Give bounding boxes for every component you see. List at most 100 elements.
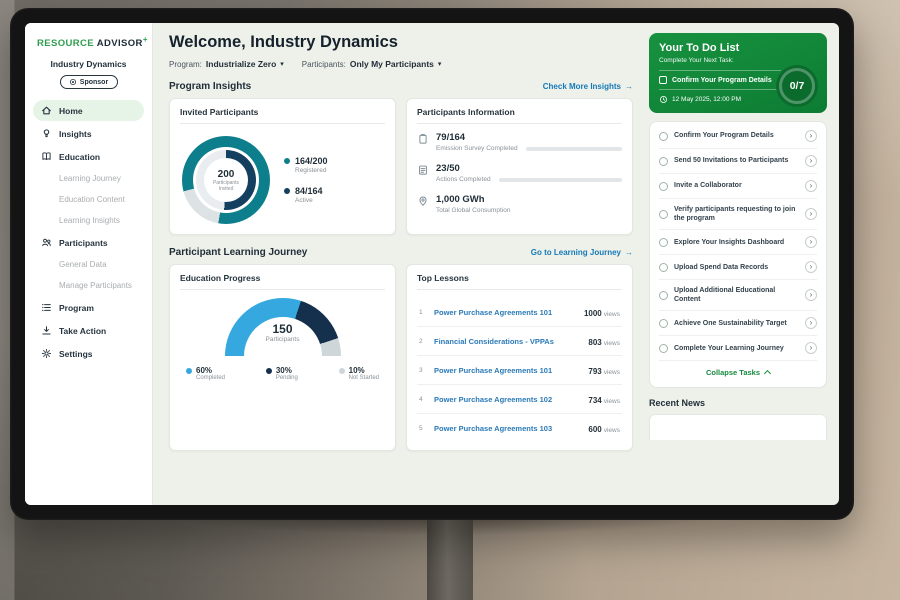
invited-donut-chart: 200 Participants Invited: [182, 136, 270, 224]
chevron-right-icon[interactable]: ›: [805, 155, 817, 167]
sidebar-item-program[interactable]: Program: [33, 297, 144, 318]
sidebar-item-label: General Data: [59, 260, 107, 269]
sidebar-item-general-data[interactable]: General Data: [33, 255, 144, 274]
task-checkbox[interactable]: [659, 157, 668, 166]
participants-filter-dropdown[interactable]: Participants: Only My Participants ▾: [302, 59, 442, 69]
location-pin-icon: [417, 195, 429, 207]
education-progress-card: Education Progress 150 Participants: [169, 264, 396, 451]
program-filter-dropdown[interactable]: Program: Industrialize Zero ▾: [169, 59, 284, 69]
sidebar-item-learning-insights[interactable]: Learning Insights: [33, 211, 144, 230]
sidebar-item-insights[interactable]: Insights: [33, 123, 144, 144]
sidebar-item-label: Program: [59, 303, 94, 313]
task-row-achieve-target[interactable]: Achieve One Sustainability Target ›: [659, 311, 817, 336]
task-checkbox[interactable]: [659, 319, 668, 328]
sidebar-item-manage-participants[interactable]: Manage Participants: [33, 276, 144, 295]
chevron-right-icon[interactable]: ›: [805, 342, 817, 354]
info-label: Total Global Consumption: [436, 207, 510, 214]
lesson-row[interactable]: 4 Power Purchase Agreements 102 734views: [417, 385, 622, 414]
legend-value: 30%: [276, 366, 292, 375]
chevron-right-icon[interactable]: ›: [805, 289, 817, 301]
chevron-up-icon: [764, 370, 771, 377]
info-value: 1,000 GWh: [436, 194, 622, 205]
legend-item-active: 84/164 Active: [284, 186, 328, 204]
program-filter-value: Industrialize Zero: [206, 59, 276, 69]
lesson-rank: 5: [419, 425, 427, 432]
task-checkbox[interactable]: [659, 132, 668, 141]
lesson-link[interactable]: Power Purchase Agreements 101: [434, 308, 577, 317]
task-row-invite-collaborator[interactable]: Invite a Collaborator ›: [659, 174, 817, 199]
invited-participants-card: Invited Participants 200 Participants In…: [169, 98, 396, 235]
list-icon: [41, 302, 52, 313]
sidebar-item-home[interactable]: Home: [33, 100, 144, 121]
legend-dot: [339, 368, 345, 374]
legend-dot: [284, 188, 290, 194]
lightbulb-icon: [41, 128, 52, 139]
check-more-insights-link[interactable]: Check More Insights →: [543, 82, 633, 91]
todo-panel: Your To Do List Complete Your Next Task:…: [643, 23, 839, 505]
sidebar-item-settings[interactable]: Settings: [33, 343, 144, 364]
lesson-row[interactable]: 2 Financial Considerations - VPPAs 803vi…: [417, 327, 622, 356]
go-to-learning-journey-link[interactable]: Go to Learning Journey →: [531, 248, 633, 257]
progress-bar: [526, 147, 622, 151]
chevron-right-icon[interactable]: ›: [805, 317, 817, 329]
task-checkbox[interactable]: [659, 182, 668, 191]
task-row-explore-insights[interactable]: Explore Your Insights Dashboard ›: [659, 230, 817, 255]
lesson-link[interactable]: Power Purchase Agreements 103: [434, 424, 581, 433]
sidebar-item-learning-journey[interactable]: Learning Journey: [33, 169, 144, 188]
chevron-right-icon[interactable]: ›: [805, 236, 817, 248]
collapse-tasks-button[interactable]: Collapse Tasks: [659, 361, 817, 385]
lesson-row[interactable]: 1 Power Purchase Agreements 101 1000view…: [417, 298, 622, 327]
legend-value: 84/164: [295, 186, 323, 196]
task-checkbox[interactable]: [659, 291, 668, 300]
todo-next-task-row[interactable]: Confirm Your Program Details: [659, 70, 781, 84]
sidebar-item-label: Home: [59, 106, 83, 116]
task-row-complete-learning-journey[interactable]: Complete Your Learning Journey ›: [659, 336, 817, 361]
chevron-down-icon: ▾: [438, 60, 442, 68]
task-row-upload-educational-content[interactable]: Upload Additional Educational Content ›: [659, 280, 817, 311]
sidebar-item-education[interactable]: Education: [33, 146, 144, 167]
education-legend: 60% Completed 30% Pending 10%: [180, 366, 385, 381]
lesson-views-unit: views: [604, 311, 620, 318]
task-checkbox[interactable]: [659, 263, 668, 272]
task-row-verify-participants[interactable]: Verify participants requesting to join t…: [659, 199, 817, 230]
info-row-actions: 23/50 Actions Completed: [417, 163, 622, 183]
top-lessons-card: Top Lessons 1 Power Purchase Agreements …: [406, 264, 633, 451]
recent-news-card: [649, 414, 827, 440]
lesson-link[interactable]: Power Purchase Agreements 101: [434, 366, 581, 375]
lesson-views-unit: views: [604, 427, 620, 434]
task-row-upload-spend-data[interactable]: Upload Spend Data Records ›: [659, 255, 817, 280]
lesson-views-unit: views: [604, 398, 620, 405]
sidebar-nav: Home Insights Education Learning Journey…: [33, 99, 144, 365]
chevron-right-icon[interactable]: ›: [805, 261, 817, 273]
chevron-right-icon[interactable]: ›: [805, 180, 817, 192]
lesson-link[interactable]: Financial Considerations - VPPAs: [434, 337, 581, 346]
task-checkbox[interactable]: [659, 210, 668, 219]
arrow-right-icon: →: [625, 82, 633, 91]
task-checkbox[interactable]: [659, 238, 668, 247]
task-label: Achieve One Sustainability Target: [674, 319, 799, 328]
lesson-views: 1000: [584, 309, 602, 318]
lesson-link[interactable]: Power Purchase Agreements 102: [434, 395, 581, 404]
lesson-row[interactable]: 3 Power Purchase Agreements 101 793views: [417, 356, 622, 385]
sidebar-item-education-content[interactable]: Education Content: [33, 190, 144, 209]
checkbox[interactable]: [659, 76, 667, 84]
sidebar-item-label: Settings: [59, 349, 93, 359]
page-title: Welcome, Industry Dynamics: [169, 33, 633, 52]
legend-value: 10%: [349, 366, 365, 375]
task-row-send-invitations[interactable]: Send 50 Invitations to Participants ›: [659, 149, 817, 174]
task-checkbox[interactable]: [659, 344, 668, 353]
program-filter-label: Program:: [169, 60, 202, 69]
chevron-right-icon[interactable]: ›: [805, 208, 817, 220]
logo-plus: +: [143, 35, 148, 44]
donut-center-label: Participants Invited: [208, 180, 244, 192]
sidebar-item-take-action[interactable]: Take Action: [33, 320, 144, 341]
chevron-right-icon[interactable]: ›: [805, 130, 817, 142]
lesson-row[interactable]: 5 Power Purchase Agreements 103 600views: [417, 414, 622, 442]
dashboard-screen: RESOURCE ADVISOR+ Industry Dynamics Spon…: [25, 23, 839, 505]
lesson-rank: 3: [419, 367, 427, 374]
todo-progress-value: 0/7: [790, 80, 805, 92]
todo-due-row: 12 May 2025, 12:00 PM: [659, 89, 781, 104]
sidebar-item-participants[interactable]: Participants: [33, 232, 144, 253]
task-row-confirm-program[interactable]: Confirm Your Program Details ›: [659, 124, 817, 149]
invited-legend: 164/200 Registered 84/164 Active: [284, 156, 328, 204]
